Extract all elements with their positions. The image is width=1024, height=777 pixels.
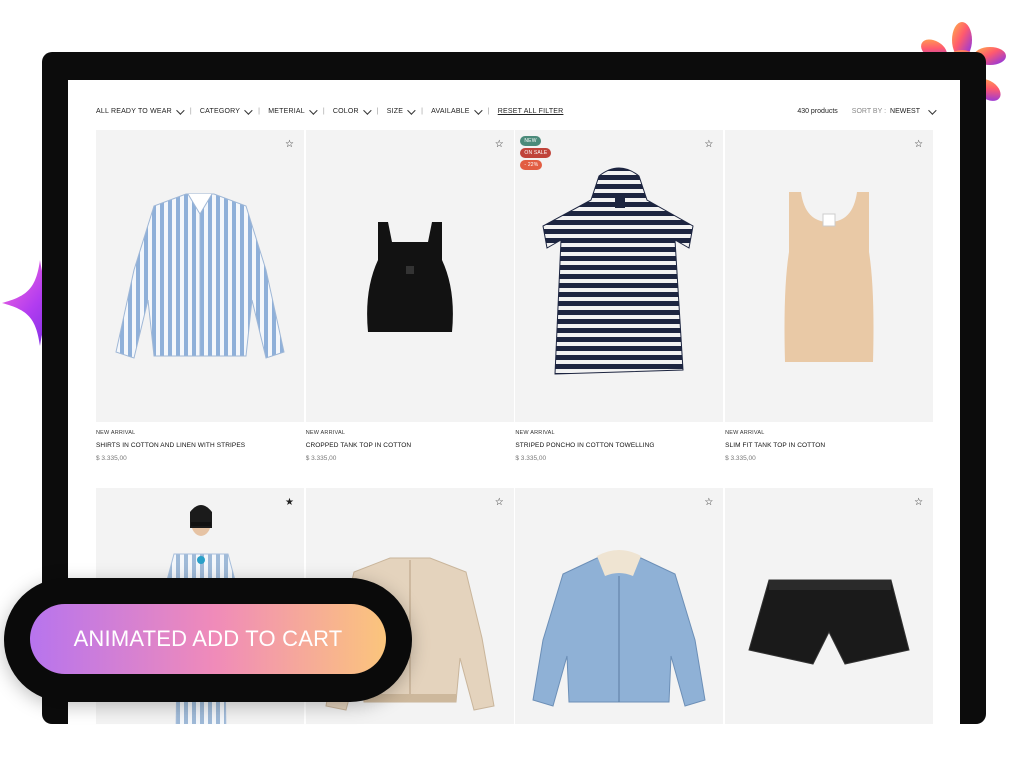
product-image[interactable]: ☆	[725, 488, 934, 724]
product-price: $ 3.335,00	[305, 455, 337, 462]
product-info: NEW ARRIVAL SHIRTS IN COTTON AND LINEN W…	[96, 422, 304, 476]
product-name[interactable]: SLIM FIT TANK TOP IN COTTON	[725, 442, 933, 449]
sort-dropdown[interactable]: SORT BY : NEWEST	[851, 105, 937, 115]
product-image[interactable]: ☆	[305, 130, 514, 422]
filter-category[interactable]: CATEGORY	[200, 105, 253, 115]
chevron-down-icon	[928, 105, 937, 115]
chevron-down-icon	[407, 105, 416, 115]
add-to-cart-button[interactable]: ANIMATED ADD TO CART	[30, 604, 386, 674]
divider: |	[376, 108, 379, 115]
chevron-down-icon	[308, 105, 318, 115]
star-icon[interactable]: ☆	[495, 140, 504, 150]
star-icon[interactable]: ☆	[704, 498, 713, 508]
product-name[interactable]: SHIRTS IN COTTON AND LINEN WITH STRIPES	[96, 442, 304, 449]
star-icon[interactable]: ☆	[914, 498, 923, 508]
star-icon[interactable]: ☆	[914, 140, 923, 150]
product-count: 430 products	[797, 108, 838, 115]
divider: |	[421, 108, 424, 115]
product-card[interactable]: ☆	[725, 488, 934, 724]
discount-badge: - 22%	[520, 160, 543, 170]
product-card[interactable]: ☆ NEW ARRIVAL CROPPED TANK TOP IN COTTON…	[305, 130, 514, 476]
chevron-down-icon	[362, 105, 372, 115]
divider: |	[322, 108, 325, 115]
divider: |	[487, 108, 490, 115]
sale-badge: ON SALE	[520, 148, 552, 158]
product-name[interactable]: STRIPED PONCHO IN COTTON TOWELLING	[515, 442, 723, 449]
new-badge: NEW	[520, 136, 541, 146]
filter-all-ready-to-wear[interactable]: ALL READY TO WEAR	[96, 105, 185, 115]
product-card[interactable]: ☆	[515, 488, 724, 724]
product-tag: NEW ARRIVAL	[96, 430, 136, 436]
product-image[interactable]: ☆	[96, 130, 304, 422]
product-name[interactable]: CROPPED TANK TOP IN COTTON	[306, 442, 514, 449]
product-card[interactable]: NEW ON SALE - 22% ☆ NEW ARRIVAL STRIPED …	[515, 130, 724, 476]
chevron-down-icon	[473, 105, 483, 115]
results-tools: 430 products SORT BY : NEWEST	[797, 105, 937, 115]
product-image[interactable]: ☆	[515, 488, 724, 724]
denim-jacket-illustration	[532, 550, 706, 707]
chevron-down-icon	[176, 105, 185, 115]
filter-size[interactable]: SIZE	[387, 105, 416, 115]
striped-poncho-illustration	[542, 167, 694, 375]
product-tag: NEW ARRIVAL	[725, 430, 765, 436]
filter-bar: ALL READY TO WEAR | CATEGORY | METERIAL …	[96, 105, 564, 115]
product-price: $ 3.335,00	[725, 455, 756, 462]
sort-label: SORT BY :	[851, 108, 887, 115]
product-info: NEW ARRIVAL SLIM FIT TANK TOP IN COTTON …	[725, 422, 933, 476]
product-tag: NEW ARRIVAL	[305, 430, 346, 436]
product-tag: NEW ARRIVAL	[515, 430, 555, 436]
product-price: $ 3.335,00	[515, 455, 547, 462]
star-icon[interactable]: ☆	[285, 140, 294, 150]
product-price: $ 3.335,00	[96, 455, 127, 462]
filter-available[interactable]: AVAILABLE	[431, 105, 483, 115]
chevron-down-icon	[244, 105, 253, 115]
star-filled-icon[interactable]: ★	[285, 498, 294, 508]
product-image[interactable]: NEW ON SALE - 22% ☆	[515, 130, 724, 422]
star-icon[interactable]: ☆	[704, 140, 713, 150]
product-card[interactable]: ☆ NEW ARRIVAL SLIM FIT TANK TOP IN COTTO…	[725, 130, 934, 476]
beige-tank-illustration	[784, 192, 874, 362]
filter-color[interactable]: COLOR	[333, 105, 372, 115]
product-image[interactable]: ☆	[725, 130, 934, 422]
divider: |	[189, 108, 192, 115]
filter-material[interactable]: METERIAL	[268, 105, 318, 115]
product-info: NEW ARRIVAL STRIPED PONCHO IN COTTON TOW…	[515, 422, 723, 476]
divider: |	[258, 108, 261, 115]
striped-shirt-illustration	[115, 193, 285, 359]
reset-filters-link[interactable]: RESET ALL FILTER	[498, 108, 564, 115]
badge-group: NEW ON SALE - 22%	[520, 136, 552, 170]
black-tank-illustration	[366, 222, 453, 332]
star-icon[interactable]: ☆	[495, 498, 504, 508]
product-info: NEW ARRIVAL CROPPED TANK TOP IN COTTON $…	[306, 422, 514, 476]
product-card[interactable]: ☆ NEW ARRIVAL SHIRTS IN COTTON AND LINEN…	[96, 130, 304, 476]
sort-value: NEWEST	[890, 108, 920, 115]
black-shorts-illustration	[748, 579, 910, 665]
